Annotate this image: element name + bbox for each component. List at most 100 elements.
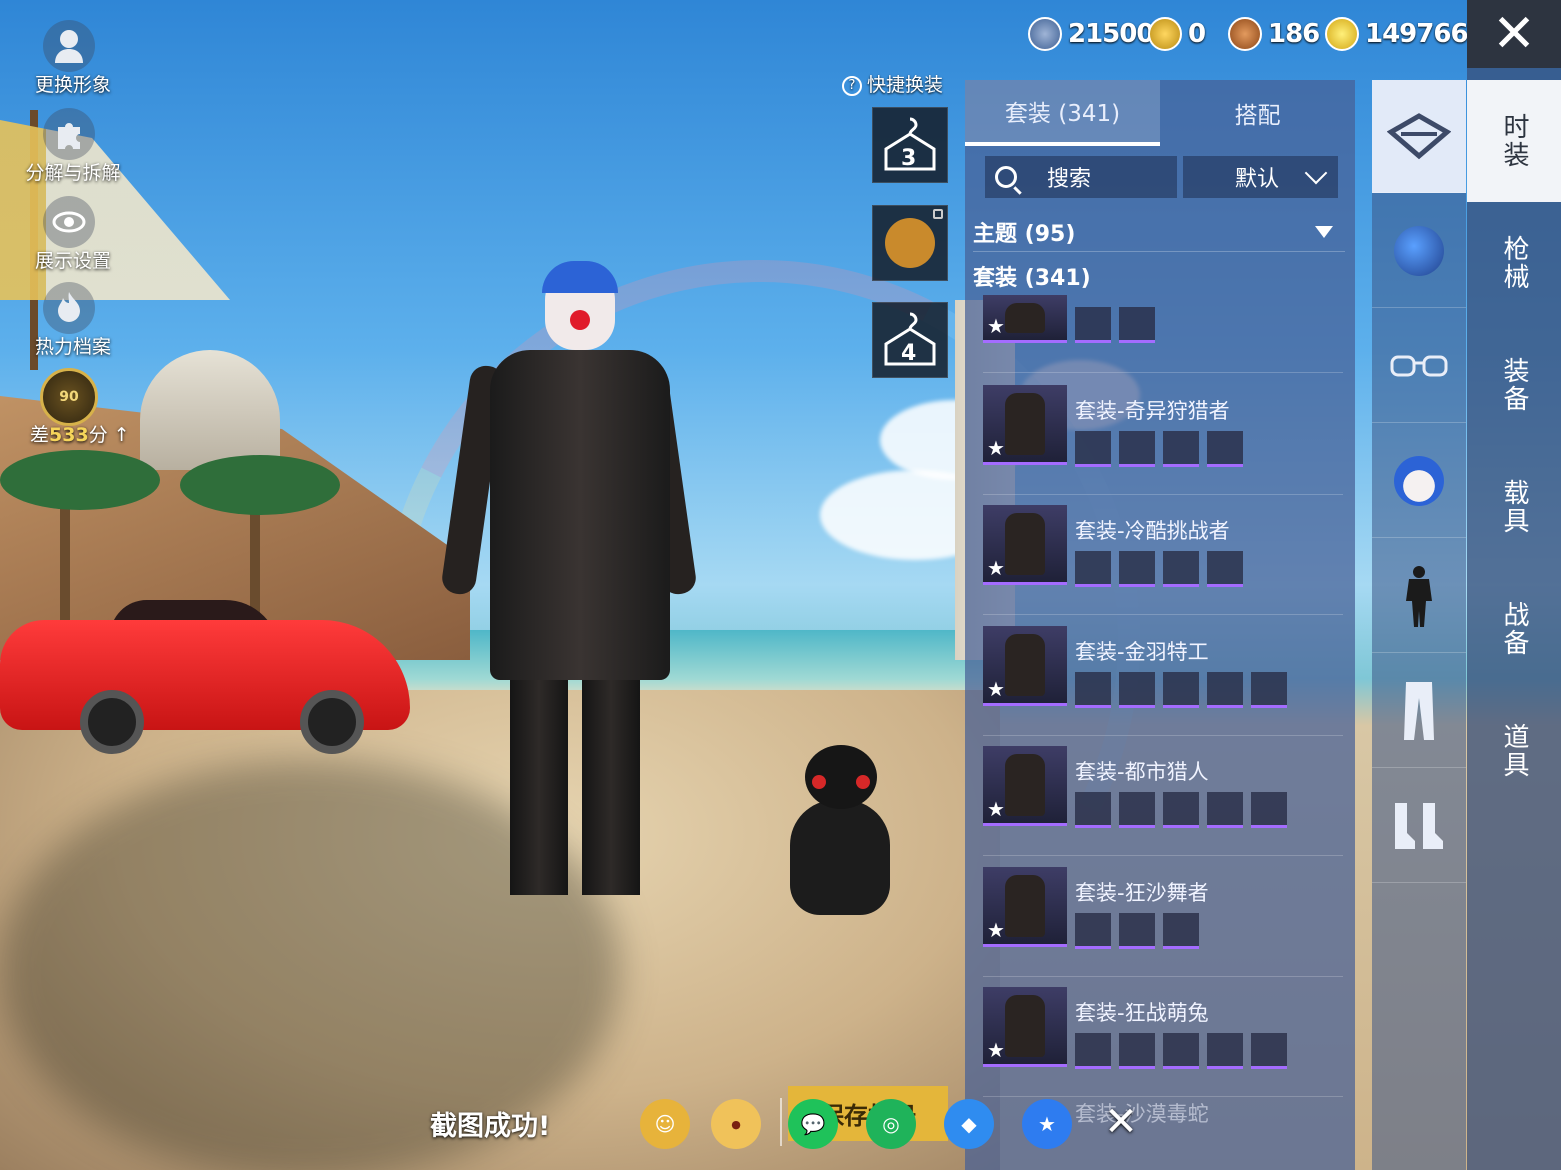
tab-fashion[interactable]: 时装 xyxy=(1467,80,1561,202)
list-item[interactable]: ★ 套装-都市猎人 xyxy=(983,746,1343,856)
close-share-button[interactable]: ✕ xyxy=(1098,1096,1144,1148)
outfit-piece-icon[interactable] xyxy=(1163,792,1199,828)
share-moments-button[interactable]: ◎ xyxy=(866,1099,916,1149)
sort-dropdown[interactable]: 默认 xyxy=(1183,156,1338,198)
list-item[interactable]: ★ 套装-奇异狩猎者 xyxy=(983,385,1343,495)
tab-sets[interactable]: 套装 (341) xyxy=(965,80,1160,146)
gold-token-icon xyxy=(1148,17,1182,51)
silver-coin-icon xyxy=(1028,17,1062,51)
friend-icon: ☺ xyxy=(654,1112,676,1136)
currency-silver[interactable]: 21500 xyxy=(1028,12,1154,56)
rank-badge[interactable]: 90 xyxy=(40,368,98,426)
tab-vehicles[interactable]: 载具 xyxy=(1467,446,1561,568)
arrow-up-icon: ↑ xyxy=(107,424,130,446)
outfit-piece-icon[interactable] xyxy=(1075,551,1111,587)
outfit-piece-icon[interactable] xyxy=(1075,307,1111,343)
set-pieces xyxy=(1075,431,1243,467)
outfit-piece-icon[interactable] xyxy=(1163,1033,1199,1069)
kumamon-pet xyxy=(790,745,890,915)
outfit-piece-icon[interactable] xyxy=(1251,1033,1287,1069)
glasses-icon xyxy=(1390,355,1448,377)
currency-bronze[interactable]: 186 xyxy=(1228,12,1320,56)
outfit-piece-icon[interactable] xyxy=(1075,913,1111,949)
list-item[interactable]: ★ xyxy=(983,295,1343,373)
outfit-piece-icon[interactable] xyxy=(1119,792,1155,828)
outfit-piece-icon[interactable] xyxy=(1119,431,1155,467)
search-button[interactable]: 搜索 xyxy=(985,156,1177,198)
outfit-piece-icon[interactable] xyxy=(1119,307,1155,343)
tab-equipment[interactable]: 装备 xyxy=(1467,324,1561,446)
outfit-piece-icon[interactable] xyxy=(1207,551,1243,587)
change-avatar-label: 更换形象 xyxy=(34,74,111,96)
outfit-piece-icon[interactable] xyxy=(1251,672,1287,708)
list-item[interactable]: ★ 套装-冷酷挑战者 xyxy=(983,505,1343,615)
star-icon: ★ xyxy=(1038,1112,1056,1136)
star-icon: ★ xyxy=(987,677,1005,701)
share-wechat-button[interactable]: 💬 xyxy=(788,1099,838,1149)
set-pieces xyxy=(1075,672,1287,708)
outfit-piece-icon[interactable] xyxy=(1075,1033,1111,1069)
eye-icon xyxy=(43,196,95,248)
avatar-icon xyxy=(43,20,95,72)
category-shoes[interactable] xyxy=(1372,770,1466,883)
outfit-piece-icon[interactable] xyxy=(1119,1033,1155,1069)
quick-change-help[interactable]: ? 快捷换装 xyxy=(842,70,943,97)
tab-label: 时装 xyxy=(1499,113,1529,169)
outfit-piece-icon[interactable] xyxy=(1207,792,1243,828)
set-title: 套装-狂沙舞者 xyxy=(1075,881,1209,905)
close-button[interactable]: ✕ xyxy=(1467,0,1561,68)
set-thumbnail: ★ xyxy=(983,626,1067,706)
list-item[interactable]: ★ 套装-狂战萌兔 xyxy=(983,987,1343,1097)
pants-icon xyxy=(1404,682,1434,740)
outfit-piece-icon[interactable] xyxy=(1207,672,1243,708)
tab-items[interactable]: 道具 xyxy=(1467,690,1561,812)
outfit-piece-icon[interactable] xyxy=(1119,551,1155,587)
theme-filter[interactable]: 主题 (95) xyxy=(973,212,1345,252)
share-game-button[interactable]: ● xyxy=(711,1099,761,1149)
outfit-piece-icon[interactable] xyxy=(1075,431,1111,467)
list-item[interactable]: ★ 套装-金羽特工 xyxy=(983,626,1343,736)
share-qq-button[interactable]: ◆ xyxy=(944,1099,994,1149)
category-pants[interactable] xyxy=(1372,655,1466,768)
share-friend-button[interactable]: ☺ xyxy=(640,1099,690,1149)
currency-lightning[interactable]: 149766 xyxy=(1325,12,1469,56)
tab-label: 装备 xyxy=(1499,357,1529,413)
tab-label: 枪械 xyxy=(1499,235,1529,291)
star-icon: ★ xyxy=(987,1038,1005,1062)
trophy-icon xyxy=(885,218,935,268)
screenshot-success-text: 截图成功! xyxy=(430,1111,551,1142)
set-pieces xyxy=(1075,792,1287,828)
currency-gold-token[interactable]: 0 xyxy=(1148,12,1206,56)
category-mask[interactable] xyxy=(1372,425,1466,538)
set-title: 套装-金羽特工 xyxy=(1075,640,1209,664)
set-thumbnail: ★ xyxy=(983,505,1067,585)
outfit-piece-icon[interactable] xyxy=(1163,672,1199,708)
triangle-down-icon xyxy=(1315,225,1333,238)
tab-guns[interactable]: 枪械 xyxy=(1467,202,1561,324)
star-icon: ★ xyxy=(987,797,1005,821)
list-item[interactable]: ★ 套装-狂沙舞者 xyxy=(983,867,1343,977)
quick-slot-3[interactable]: 3 xyxy=(872,107,948,183)
share-qzone-button[interactable]: ★ xyxy=(1022,1099,1072,1149)
divider xyxy=(780,1098,782,1146)
outfit-piece-icon[interactable] xyxy=(1163,551,1199,587)
category-helmet[interactable] xyxy=(1372,195,1466,308)
outfit-piece-icon[interactable] xyxy=(1119,913,1155,949)
category-outfit[interactable] xyxy=(1372,540,1466,653)
category-glasses[interactable] xyxy=(1372,310,1466,423)
outfit-piece-icon[interactable] xyxy=(1163,431,1199,467)
category-suit[interactable] xyxy=(1372,80,1466,193)
quick-slot-trophy[interactable] xyxy=(872,205,948,281)
outfit-piece-icon[interactable] xyxy=(1075,792,1111,828)
outfit-panel: 套装 (341) 搭配 搜索 默认 主题 (95) 套装 (341) ★ ★ 套装-… xyxy=(965,80,1355,1170)
outfit-piece-icon[interactable] xyxy=(1207,1033,1243,1069)
tab-combination[interactable]: 搭配 xyxy=(1160,80,1355,146)
tab-combat-supplies[interactable]: 战备 xyxy=(1467,568,1561,690)
outfit-piece-icon[interactable] xyxy=(1207,431,1243,467)
outfit-piece-icon[interactable] xyxy=(1075,672,1111,708)
outfit-piece-icon[interactable] xyxy=(1119,672,1155,708)
outfit-piece-icon[interactable] xyxy=(1251,792,1287,828)
quick-slot-4[interactable]: 4 xyxy=(872,302,948,378)
outfit-piece-icon[interactable] xyxy=(1163,913,1199,949)
category-column xyxy=(1372,80,1466,1170)
